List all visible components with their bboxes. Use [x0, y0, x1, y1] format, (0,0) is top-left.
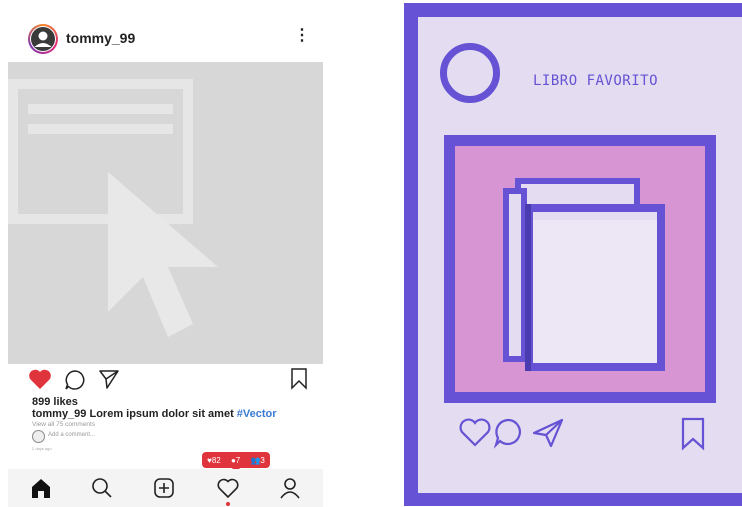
- add-comment-input[interactable]: Add a comment...: [48, 432, 95, 438]
- user-avatar-icon: [31, 27, 55, 51]
- pixel-avatar-circle: [440, 43, 500, 103]
- pixel-image: [455, 146, 705, 392]
- notif-comments: ●7: [230, 455, 241, 465]
- book-icon: [503, 178, 665, 371]
- search-icon[interactable]: [91, 477, 113, 499]
- caption-hashtag[interactable]: #Vector: [237, 408, 277, 420]
- pixel-post-actions: [418, 417, 742, 457]
- add-post-icon[interactable]: [153, 477, 175, 499]
- send-icon[interactable]: [98, 368, 120, 390]
- profile-icon[interactable]: [279, 477, 301, 499]
- pixel-post-card: LIBRO FAVORITO: [418, 17, 742, 493]
- more-options-icon[interactable]: ⋮: [294, 28, 310, 44]
- likes-count[interactable]: 899 likes: [32, 396, 78, 408]
- pixel-post-title: LIBRO FAVORITO: [533, 73, 659, 89]
- activity-notification-badge[interactable]: ♥82 ●7 👥3: [202, 452, 270, 473]
- post-header: tommy_99 ⋮: [8, 6, 323, 62]
- post-image: [8, 62, 323, 364]
- image-placeholder-icon: [8, 79, 218, 337]
- comment-icon[interactable]: [493, 417, 525, 449]
- view-all-comments-link[interactable]: View all 75 comments: [32, 421, 95, 428]
- notif-likes: ♥82: [207, 455, 221, 465]
- commenter-avatar: [32, 430, 45, 443]
- send-icon[interactable]: [531, 417, 565, 449]
- post-username[interactable]: tommy_99: [66, 30, 135, 46]
- pixel-image-frame: [444, 135, 716, 403]
- caption-text: Lorem ipsum dolor sit amet: [89, 408, 234, 420]
- instagram-post-mock: tommy_99 ⋮ 899 likes tommy_99 Lorem ipsu…: [8, 6, 323, 507]
- avatar[interactable]: [28, 24, 58, 54]
- bottom-nav: [8, 469, 323, 507]
- post-actions: [8, 368, 323, 398]
- comment-icon[interactable]: [64, 369, 86, 391]
- heart-icon[interactable]: [458, 417, 492, 449]
- heart-filled-icon[interactable]: [28, 368, 52, 390]
- bookmark-icon[interactable]: [680, 417, 706, 451]
- bookmark-icon[interactable]: [290, 368, 308, 390]
- post-caption: tommy_99 Lorem ipsum dolor sit amet #Vec…: [32, 408, 277, 420]
- pixel-post-frame: LIBRO FAVORITO: [404, 3, 742, 506]
- activity-heart-icon[interactable]: [217, 477, 239, 499]
- activity-indicator-dot: [226, 502, 230, 506]
- notif-followers: 👥3: [250, 455, 265, 465]
- post-timestamp: 2 days ago: [32, 446, 52, 451]
- home-icon[interactable]: [30, 477, 52, 499]
- caption-username[interactable]: tommy_99: [32, 408, 86, 420]
